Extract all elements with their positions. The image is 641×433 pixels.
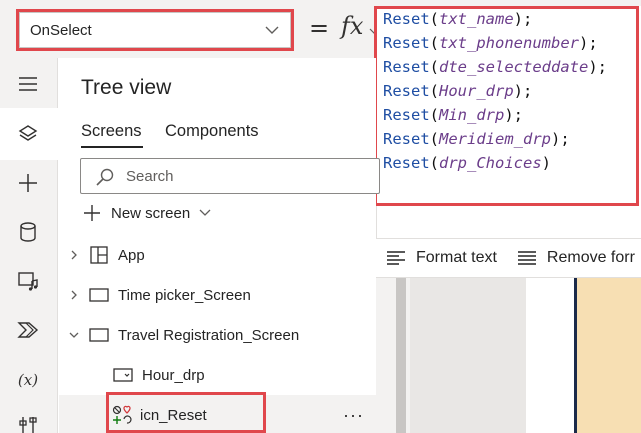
power-automate-icon[interactable] — [14, 316, 42, 344]
formula-line: Reset(txt_name); — [383, 10, 533, 28]
database-icon[interactable] — [14, 218, 42, 246]
tree-view-panel: Tree view Screens Components Search New … — [59, 58, 380, 433]
tree-item-travel-registration-screen[interactable]: Travel Registration_Screen — [59, 315, 376, 355]
canvas-area — [376, 278, 641, 433]
tree-item-label: App — [118, 246, 145, 264]
tree-item-hour-drp[interactable]: Hour_drp — [59, 355, 376, 395]
hamburger-icon[interactable] — [14, 70, 42, 98]
formula-line: Reset(Meridiem_drp); — [383, 130, 570, 148]
active-tab-indicator — [81, 146, 143, 148]
plus-icon[interactable] — [14, 169, 42, 197]
more-options-button[interactable]: ··· — [343, 405, 364, 426]
tree-item-time-picker-screen[interactable]: Time picker_Screen — [59, 275, 376, 315]
canvas-screen-edge — [526, 278, 576, 433]
format-toolbar: Format text Remove forr — [376, 238, 641, 278]
chevron-down-icon[interactable] — [68, 329, 80, 341]
tree-item-label: Hour_drp — [142, 366, 205, 384]
new-screen-label: New screen — [111, 204, 191, 222]
chevron-right-icon[interactable] — [68, 249, 80, 261]
chevron-down-icon — [265, 26, 279, 34]
plus-icon — [84, 205, 100, 221]
format-text-icon — [387, 251, 405, 265]
screen-icon — [89, 328, 109, 342]
formula-line: Reset(Hour_drp); — [383, 82, 533, 100]
equals-sign: = — [309, 14, 330, 42]
search-icon — [96, 168, 114, 186]
remove-formatting-label: Remove forr — [546, 249, 635, 266]
dropdown-control-icon — [113, 368, 133, 382]
app-icon — [90, 246, 108, 264]
format-text-button[interactable]: Format text — [386, 249, 497, 267]
canvas-screen-content[interactable] — [577, 278, 641, 433]
search-input[interactable]: Search — [80, 158, 380, 194]
formula-line: Reset(Min_drp); — [383, 106, 524, 124]
tree-view-title: Tree view — [81, 76, 172, 99]
new-screen-button[interactable]: New screen — [83, 204, 212, 222]
tools-icon[interactable] — [14, 412, 42, 433]
formula-line: Reset(txt_phonenumber); — [383, 34, 598, 52]
formula-editor[interactable]: Reset(txt_name); Reset(txt_phonenumber);… — [376, 6, 641, 238]
remove-formatting-icon — [517, 251, 536, 265]
property-value: OnSelect — [30, 21, 92, 39]
tab-screens[interactable]: Screens — [81, 122, 142, 141]
variables-icon[interactable]: (x) — [14, 366, 42, 394]
icon-control-icon — [112, 405, 132, 424]
tree-item-label: icn_Reset — [140, 406, 207, 424]
tab-components[interactable]: Components — [165, 122, 259, 141]
tree-item-label: Travel Registration_Screen — [118, 326, 300, 344]
chevron-down-icon — [199, 209, 211, 216]
property-dropdown[interactable]: OnSelect — [19, 12, 291, 48]
media-icon[interactable] — [14, 267, 42, 295]
tree-scrollbar-thumb[interactable] — [396, 278, 406, 433]
chevron-right-icon[interactable] — [68, 289, 80, 301]
layers-icon[interactable] — [14, 120, 42, 148]
tree-item-icn-reset[interactable]: icn_Reset ··· — [59, 395, 376, 433]
formula-line: Reset(drp_Choices) — [383, 154, 552, 172]
format-text-label: Format text — [416, 249, 497, 266]
fx-icon[interactable]: fx — [341, 12, 363, 40]
tree-item-app[interactable]: App — [59, 235, 376, 275]
canvas-background — [410, 278, 526, 433]
remove-formatting-button[interactable]: Remove forr — [517, 249, 635, 267]
tree-item-label: Time picker_Screen — [118, 286, 251, 304]
left-rail: (x) — [0, 58, 58, 433]
formula-line: Reset(dte_selecteddate); — [383, 58, 607, 76]
screen-icon — [89, 288, 109, 302]
search-placeholder: Search — [126, 168, 174, 185]
